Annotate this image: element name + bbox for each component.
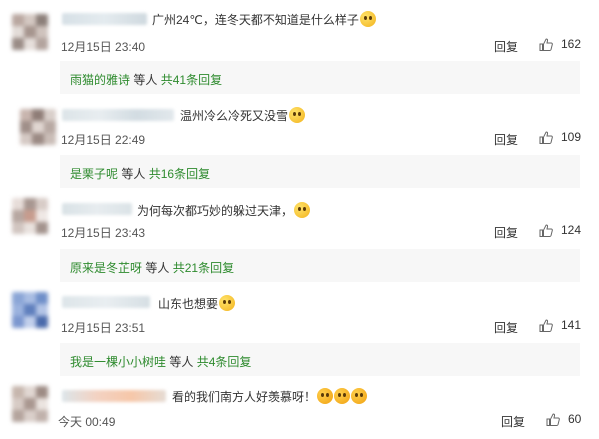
thumbs-up-icon	[539, 319, 553, 332]
comment-item: 山东也想要 12月15日 23:51 回复 141 我是一棵小小树哇 等人 共4…	[0, 288, 599, 380]
comment-time: 12月15日 23:51	[61, 321, 146, 335]
emoji-icon	[334, 388, 351, 404]
reply-count[interactable]: 共4条回复	[197, 355, 252, 369]
comment-text: 温州冷么冷死又没雪	[180, 107, 306, 124]
comment-text: 山东也想要	[158, 295, 236, 312]
reply-button[interactable]: 回复	[494, 38, 518, 55]
comment-time: 今天 00:49	[58, 415, 116, 429]
reply-summary[interactable]: 雨猫的雅诗 等人 共41条回复	[60, 61, 580, 94]
comment-time: 12月15日 23:43	[61, 226, 146, 240]
comment-text: 广州24℃，连冬天都不知道是什么样子	[152, 11, 376, 28]
reply-summary[interactable]: 原来是冬芷呀 等人 共21条回复	[60, 249, 580, 282]
avatar[interactable]	[12, 386, 48, 422]
username-blurred[interactable]	[62, 203, 132, 215]
like-button[interactable]: 141	[539, 318, 581, 332]
emoji-icon	[294, 202, 311, 218]
reply-summary-link[interactable]: 是栗子呢 等人 共16条回复	[70, 165, 210, 182]
like-count: 124	[561, 223, 582, 237]
comment-text: 看的我们南方人好羡慕呀！	[172, 388, 368, 405]
comment-item: 为何每次都巧妙的躲过天津， 12月15日 23:43 回复 124 原来是冬芷呀…	[0, 192, 599, 288]
reply-suffix: 等人	[145, 261, 170, 275]
like-count: 141	[561, 318, 582, 332]
like-button[interactable]: 124	[539, 223, 581, 237]
comment-item: 温州冷么冷死又没雪 12月15日 22:49 回复 109 是栗子呢 等人 共1…	[0, 96, 599, 192]
reply-user[interactable]: 雨猫的雅诗	[70, 73, 130, 87]
reply-suffix: 等人	[133, 73, 158, 87]
reply-button[interactable]: 回复	[501, 413, 525, 430]
thumbs-up-icon	[539, 224, 553, 237]
thumbs-up-icon	[539, 38, 553, 51]
reply-summary-link[interactable]: 我是一棵小小树哇 等人 共4条回复	[70, 353, 251, 370]
reply-button[interactable]: 回复	[494, 319, 518, 336]
reply-summary[interactable]: 是栗子呢 等人 共16条回复	[60, 155, 580, 188]
reply-summary-link[interactable]: 雨猫的雅诗 等人 共41条回复	[70, 71, 222, 88]
reply-count[interactable]: 共21条回复	[173, 261, 234, 275]
emoji-icon	[351, 388, 368, 404]
like-count: 109	[561, 130, 582, 144]
comment-item: 看的我们南方人好羡慕呀！ 今天 00:49 回复 60	[0, 380, 599, 439]
emoji-icon	[289, 107, 306, 123]
thumbs-up-icon	[546, 413, 560, 426]
comment-time: 12月15日 23:40	[61, 40, 146, 54]
avatar[interactable]	[20, 109, 56, 145]
reply-summary[interactable]: 我是一棵小小树哇 等人 共4条回复	[60, 343, 580, 376]
reply-suffix: 等人	[169, 355, 194, 369]
like-button[interactable]: 162	[539, 37, 581, 51]
reply-suffix: 等人	[121, 167, 146, 181]
comment-time: 12月15日 22:49	[61, 133, 146, 147]
like-button[interactable]: 60	[546, 412, 581, 426]
emoji-icon	[317, 388, 334, 404]
username-blurred[interactable]	[62, 109, 174, 121]
reply-count[interactable]: 共41条回复	[161, 73, 222, 87]
like-count: 60	[568, 412, 582, 426]
username-blurred[interactable]	[62, 13, 147, 25]
comment-item: 广州24℃，连冬天都不知道是什么样子 12月15日 23:40 回复 162 雨…	[0, 0, 599, 100]
reply-user[interactable]: 原来是冬芷呀	[70, 261, 142, 275]
avatar[interactable]	[12, 292, 48, 328]
avatar[interactable]	[12, 14, 48, 50]
comment-text: 为何每次都巧妙的躲过天津，	[137, 202, 311, 219]
like-count: 162	[561, 37, 582, 51]
avatar[interactable]	[12, 198, 48, 234]
reply-button[interactable]: 回复	[494, 224, 518, 241]
username-blurred[interactable]	[62, 296, 150, 308]
reply-user[interactable]: 我是一棵小小树哇	[70, 355, 166, 369]
reply-button[interactable]: 回复	[494, 131, 518, 148]
reply-count[interactable]: 共16条回复	[149, 167, 210, 181]
reply-summary-link[interactable]: 原来是冬芷呀 等人 共21条回复	[70, 259, 234, 276]
reply-user[interactable]: 是栗子呢	[70, 167, 118, 181]
username-blurred[interactable]	[62, 390, 166, 402]
emoji-icon	[219, 295, 236, 311]
thumbs-up-icon	[539, 131, 553, 144]
emoji-icon	[359, 11, 376, 27]
like-button[interactable]: 109	[539, 130, 581, 144]
